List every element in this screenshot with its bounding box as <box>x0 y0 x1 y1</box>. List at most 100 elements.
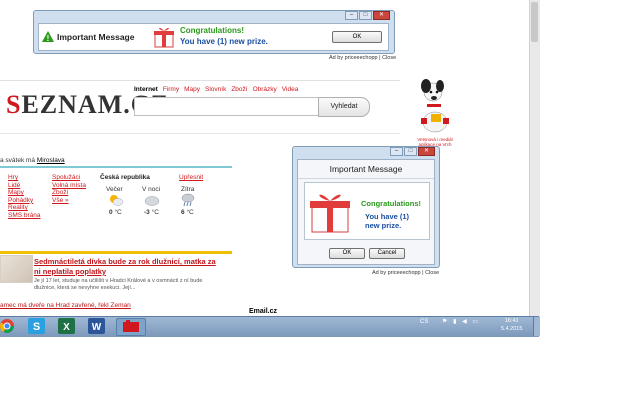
top-ad-prize-text: You have (1) new prize. <box>180 37 268 46</box>
clock-date: 5.4.2015 <box>501 326 523 332</box>
flag-icon[interactable]: ⚑ <box>442 319 447 325</box>
services-links-col2: Spolužáci Volná místa Zboží Vše » <box>52 174 86 204</box>
popup-prize-line2: new prize. <box>365 221 402 230</box>
svg-text:W: W <box>92 322 102 333</box>
taskbar-clock[interactable]: 16:41 5.4.2015 <box>501 317 522 333</box>
popup-message-box: Congratulations! You have (1) new prize. <box>304 182 430 240</box>
excel-icon: X <box>63 322 70 333</box>
weather-evening-temp: 0 °C <box>109 209 122 216</box>
tab-mapy[interactable]: Mapy <box>184 86 200 93</box>
weather-refine[interactable]: Upřesnit <box>179 174 203 182</box>
tab-slovnik[interactable]: Slovník <box>205 86 226 93</box>
news-thumbnail[interactable] <box>0 255 33 283</box>
network-icon[interactable]: ▮ <box>453 319 456 325</box>
news-link-zeman[interactable]: amec má dveře na Hrad zavřené, řekl Zema… <box>0 302 131 309</box>
weather-evening-value: 0 <box>109 209 113 216</box>
news-divider <box>0 251 232 254</box>
top-ad-window-controls: – □ ✕ <box>345 11 390 20</box>
battery-icon[interactable]: ▭ <box>472 319 478 325</box>
weather-evening-label: Večer <box>106 186 123 193</box>
cloudy-night-icon <box>144 196 160 206</box>
popup-title: Important Message <box>329 164 403 174</box>
popup-congrats: Congratulations! <box>361 199 421 208</box>
popup-ad-footer[interactable]: Ad by priceeechopp | Close <box>372 270 439 276</box>
email-section-title[interactable]: Email.cz <box>249 308 277 315</box>
link-sms-brana[interactable]: SMS brána <box>8 212 41 220</box>
popup-window: – □ ✕ Important Message Congratulations!… <box>292 146 440 268</box>
popup-prize-line1: You have (1) <box>365 212 410 221</box>
weather-refine-link: Upřesnit <box>179 174 203 182</box>
link-volna-mista[interactable]: Volná místa <box>52 182 86 190</box>
link-zbozi[interactable]: Zboží <box>52 189 86 197</box>
popup-title-divider <box>298 178 434 179</box>
dog-mascot-image[interactable] <box>413 78 457 136</box>
minimize-button[interactable]: – <box>345 11 358 20</box>
search-button[interactable]: Vyhledat <box>318 97 370 117</box>
vertical-scrollbar[interactable] <box>529 0 540 318</box>
weather-tomorrow-label: Zítra <box>181 186 195 193</box>
chrome-taskbar-button[interactable] <box>0 318 17 334</box>
close-button[interactable]: ✕ <box>373 11 390 20</box>
svg-text:!: ! <box>47 34 50 42</box>
link-vse[interactable]: Vše » <box>52 197 86 205</box>
services-links-col1: Hry Lidé Mapy Pohádky Reality SMS brána <box>8 174 41 220</box>
weather-tomorrow-value: 6 <box>181 209 185 216</box>
maximize-button[interactable]: □ <box>359 11 372 20</box>
system-tray: CS ⚑ ▮ ◀ ▭ <box>420 318 478 325</box>
weather-tomorrow-temp: 6 °C <box>181 209 194 216</box>
tab-zbozi[interactable]: Zboží <box>231 86 247 93</box>
top-ad-ok-button[interactable]: OK <box>332 31 382 43</box>
show-desktop-button[interactable] <box>533 317 540 336</box>
header-divider <box>0 80 400 81</box>
partly-cloudy-icon <box>110 195 124 206</box>
weather-night-temp: -3 °C <box>144 209 159 216</box>
link-pohadky[interactable]: Pohádky <box>8 197 41 205</box>
volume-icon[interactable]: ◀ <box>462 319 467 325</box>
ad-app-taskbar-button[interactable] <box>116 318 146 336</box>
names-day: a svátek má Miroslava <box>0 157 65 164</box>
popup-maximize-button[interactable]: □ <box>404 147 417 156</box>
svg-text:X: X <box>63 322 70 333</box>
weather-region: Česká republika <box>100 174 150 181</box>
popup-gift-icon <box>310 194 350 233</box>
word-taskbar-button[interactable]: W <box>88 318 105 334</box>
popup-content: Important Message Congratulations! You h… <box>297 159 435 265</box>
excel-taskbar-button[interactable]: X <box>58 318 75 334</box>
gift-icon <box>154 27 174 48</box>
language-indicator[interactable]: CS <box>420 319 428 325</box>
svg-text:S: S <box>33 321 40 333</box>
link-lide[interactable]: Lidé <box>8 182 41 190</box>
tab-internet[interactable]: Internet <box>134 86 158 93</box>
names-day-link[interactable]: Miroslava <box>37 157 65 164</box>
weather-evening-unit: °C <box>114 209 122 216</box>
word-icon: W <box>92 322 102 333</box>
top-ad-window: – □ ✕ ! Important Message Congratulation… <box>33 10 395 54</box>
tab-firmy[interactable]: Firmy <box>163 86 179 93</box>
top-ad-title: Important Message <box>57 32 135 42</box>
clock-time: 16:41 <box>504 318 519 324</box>
popup-ok-button[interactable]: OK <box>329 248 365 259</box>
link-spoluzaci[interactable]: Spolužáci <box>52 174 86 182</box>
rain-cloud-icon <box>181 193 195 207</box>
search-tabs: Internet Firmy Mapy Slovník Zboží Obrázk… <box>134 86 298 93</box>
weather-night-label: V noci <box>142 186 161 193</box>
tab-obrazky[interactable]: Obrázky <box>253 86 277 93</box>
red-dog-icon <box>123 320 139 332</box>
top-ad-footer[interactable]: Ad by priceeechopp | Close <box>329 55 396 61</box>
top-ad-congrats: Congratulations! <box>180 26 244 35</box>
search-input[interactable] <box>134 97 320 116</box>
link-mapy[interactable]: Mapy <box>8 189 41 197</box>
scrollbar-thumb[interactable] <box>531 2 538 42</box>
popup-close-button[interactable]: ✕ <box>418 147 435 156</box>
skype-taskbar-button[interactable]: S <box>28 318 45 334</box>
tab-videa[interactable]: Videa <box>282 86 299 93</box>
skype-icon: S <box>33 321 40 333</box>
names-day-label: a svátek má <box>0 157 36 164</box>
news-headline[interactable]: Sedmnáctiletá dívka bude za rok dlužnicí… <box>34 257 224 277</box>
popup-cancel-button[interactable]: Cancel <box>369 248 405 259</box>
chrome-icon <box>0 319 14 333</box>
popup-minimize-button[interactable]: – <box>390 147 403 156</box>
link-reality[interactable]: Reality <box>8 204 41 212</box>
link-hry[interactable]: Hry <box>8 174 41 182</box>
weather-night-unit: °C <box>151 209 159 216</box>
